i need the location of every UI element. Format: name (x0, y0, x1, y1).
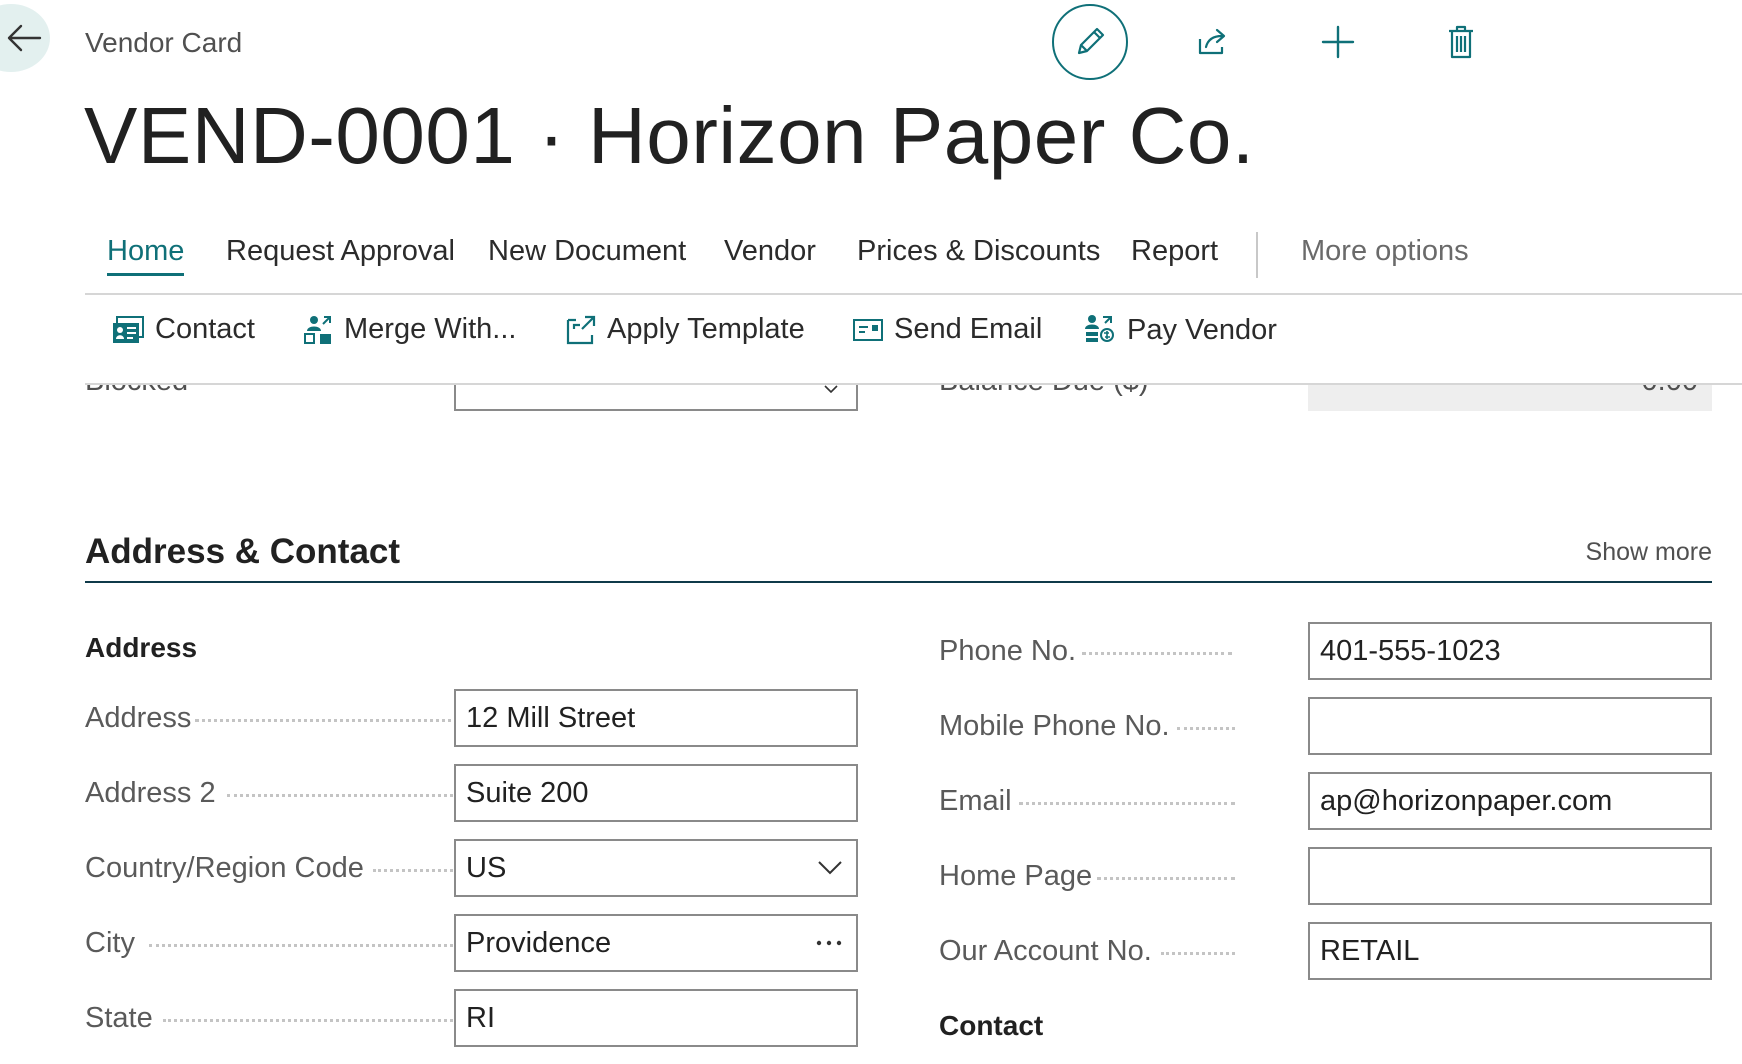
phone-field-row: Phone No. 401-555-1023 (939, 622, 1713, 680)
address-input[interactable]: 12 Mill Street (454, 689, 858, 747)
tab-vendor[interactable]: Vendor (724, 235, 816, 268)
new-button[interactable] (1300, 4, 1376, 80)
trash-icon (1449, 25, 1473, 59)
balance-due-value[interactable]: 0.00 (1308, 385, 1712, 411)
leader-dots (1161, 952, 1235, 955)
address-2-input[interactable]: Suite 200 (454, 764, 858, 822)
mobile-phone-field-row: Mobile Phone No. (939, 697, 1713, 755)
share-button[interactable] (1175, 4, 1251, 80)
scrolled-general-section: Blocked Balance Due ($) 0.00 (0, 385, 1742, 427)
mobile-phone-label: Mobile Phone No. (939, 710, 1170, 742)
merge-with-action-label: Merge With... (344, 313, 517, 345)
back-arrow-icon (7, 24, 42, 52)
address-2-value: Suite 200 (466, 777, 589, 809)
menu-divider (1256, 232, 1258, 278)
city-value: Providence (466, 927, 612, 959)
contact-card-icon (113, 315, 144, 343)
country-region-code-value: US (466, 852, 507, 884)
vendor-card-page: Vendor Card VEND-0001 · Horizon Paper Co… (0, 0, 1742, 1064)
contact-action-label: Contact (155, 313, 255, 345)
address-2-field-row: Address 2 Suite 200 (85, 764, 859, 822)
ellipsis-icon (816, 940, 842, 946)
email-value: ap@horizonpaper.com (1320, 785, 1613, 817)
country-dropdown-toggle[interactable] (818, 841, 842, 895)
country-region-code-select[interactable]: US (454, 839, 858, 897)
email-input[interactable]: ap@horizonpaper.com (1308, 772, 1712, 830)
email-icon (853, 318, 883, 341)
more-options-button[interactable]: More options (1301, 235, 1469, 268)
city-field-row: City Providence (85, 914, 859, 972)
email-label: Email (939, 785, 1012, 817)
leader-dots (1082, 652, 1232, 655)
delete-button[interactable] (1423, 4, 1499, 80)
home-page-input[interactable] (1308, 847, 1712, 905)
chevron-down-icon (824, 385, 838, 393)
address-2-label: Address 2 (85, 777, 216, 809)
mobile-phone-input[interactable] (1308, 697, 1712, 755)
state-field-row: State RI (85, 989, 859, 1047)
our-account-no-label: Our Account No. (939, 935, 1152, 967)
show-more-link[interactable]: Show more (1586, 538, 1712, 567)
apply-template-action-label: Apply Template (607, 313, 805, 345)
page-kind-label: Vendor Card (85, 27, 243, 58)
home-page-field-row: Home Page (939, 847, 1713, 905)
phone-input[interactable]: 401-555-1023 (1308, 622, 1712, 680)
our-account-no-field-row: Our Account No. RETAIL (939, 922, 1713, 980)
country-field-row: Country/Region Code US (85, 839, 859, 897)
email-field-row: Email ap@horizonpaper.com (939, 772, 1713, 830)
edit-button[interactable] (1052, 4, 1128, 80)
city-label: City (85, 927, 135, 959)
section-title: Address & Contact (85, 532, 401, 571)
balance-due-label: Balance Due ($) (939, 385, 1149, 398)
our-account-no-input[interactable]: RETAIL (1308, 922, 1712, 980)
city-lookup-button[interactable] (816, 916, 842, 970)
pay-vendor-action-label: Pay Vendor (1127, 313, 1277, 346)
state-input[interactable]: RI (454, 989, 858, 1047)
contact-group-title: Contact (939, 1010, 1044, 1041)
section-divider (85, 581, 1712, 583)
leader-dots (1097, 877, 1235, 880)
tab-new-document[interactable]: New Document (488, 235, 686, 268)
menu-bar: Home Request Approval New Document Vendo… (85, 225, 1742, 295)
state-label: State (85, 1002, 153, 1034)
address-field-row: Address 12 Mill Street (85, 689, 859, 747)
pay-vendor-icon (1085, 315, 1114, 342)
page-title: VEND-0001 · Horizon Paper Co. (84, 91, 1255, 180)
tab-home[interactable]: Home (107, 235, 185, 276)
address-label: Address (85, 702, 192, 734)
blocked-select[interactable] (454, 385, 858, 411)
back-button[interactable] (0, 4, 50, 72)
send-email-action[interactable]: Send Email (852, 313, 1042, 346)
share-icon (1198, 28, 1226, 55)
leader-dots (1177, 727, 1235, 730)
plus-icon (1321, 25, 1355, 59)
send-email-action-label: Send Email (894, 313, 1043, 345)
chevron-down-icon (818, 861, 842, 875)
phone-value: 401-555-1023 (1320, 635, 1501, 667)
home-page-label: Home Page (939, 860, 1093, 892)
tab-report[interactable]: Report (1131, 235, 1218, 268)
city-input[interactable]: Providence (454, 914, 858, 972)
pencil-icon (1077, 27, 1105, 55)
country-region-code-label: Country/Region Code (85, 852, 364, 884)
address-value: 12 Mill Street (466, 702, 636, 734)
address-group-title: Address (85, 632, 198, 663)
contact-action[interactable]: Contact (111, 313, 255, 346)
merge-with-action[interactable]: Merge With... (302, 313, 516, 346)
tab-request-approval[interactable]: Request Approval (226, 235, 455, 268)
leader-dots (1019, 802, 1235, 805)
balance-due-amount: 0.00 (1642, 385, 1698, 398)
template-icon (566, 315, 596, 344)
apply-template-action[interactable]: Apply Template (565, 313, 805, 346)
phone-label: Phone No. (939, 635, 1077, 667)
state-value: RI (466, 1002, 495, 1034)
pay-vendor-action[interactable]: Pay Vendor (1083, 313, 1277, 347)
merge-icon (304, 315, 331, 344)
action-bar: Contact Merge With... Apply Template Sen… (85, 295, 1742, 385)
tab-prices-discounts[interactable]: Prices & Discounts (857, 235, 1100, 268)
our-account-no-value: RETAIL (1320, 935, 1420, 967)
blocked-label: Blocked (85, 385, 188, 398)
